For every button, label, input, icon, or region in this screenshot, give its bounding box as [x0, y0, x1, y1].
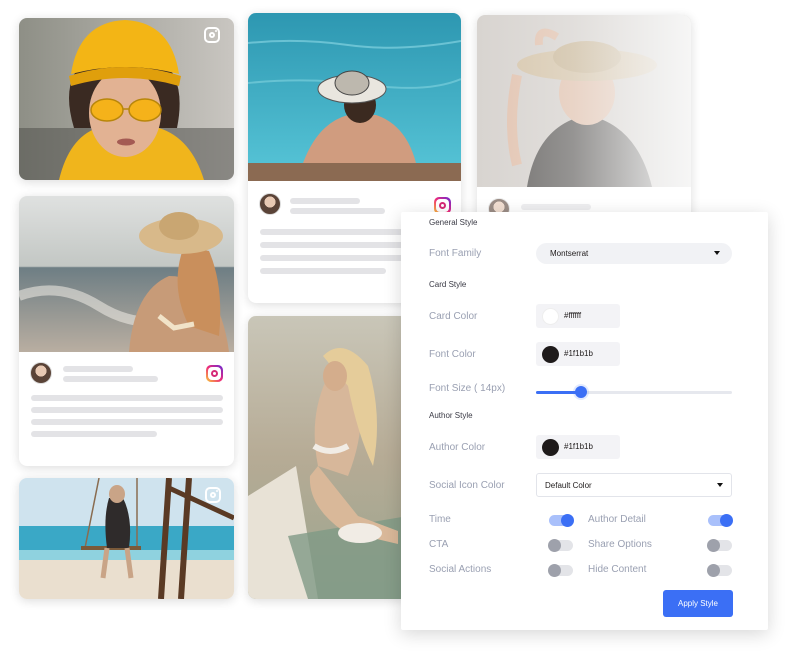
font-size-slider-handle[interactable]: [575, 386, 588, 398]
instagram-icon[interactable]: [206, 365, 223, 382]
instagram-icon[interactable]: [204, 27, 220, 43]
card-photo: [248, 316, 408, 599]
font-size-label: Font Size ( 14px): [429, 383, 506, 394]
social-card-6[interactable]: [248, 316, 408, 599]
toggle-time[interactable]: [549, 514, 574, 527]
toggle-social-actions[interactable]: [548, 564, 573, 577]
section-title-general: General Style: [429, 218, 478, 227]
card-color-swatch: [542, 307, 559, 325]
toggle-label-cta: CTA: [429, 539, 449, 550]
card-photo: [19, 478, 234, 599]
chevron-down-icon: [714, 251, 720, 255]
chevron-down-icon: [717, 483, 723, 487]
toggle-label-social-actions: Social Actions: [429, 564, 492, 575]
card-photo: [248, 13, 461, 181]
toggle-author-detail[interactable]: [708, 514, 733, 527]
author-avatar: [259, 193, 281, 215]
toggle-label-share-options: Share Options: [588, 539, 652, 550]
social-icon-color-value: Default Color: [545, 481, 592, 490]
section-title-card: Card Style: [429, 280, 467, 289]
social-card-5[interactable]: [19, 478, 234, 599]
social-card-4[interactable]: [19, 196, 234, 466]
card-color-picker[interactable]: #ffffff: [536, 304, 620, 328]
section-title-author: Author Style: [429, 411, 473, 420]
font-family-value: Montserrat: [550, 249, 589, 258]
font-color-swatch: [542, 345, 559, 363]
author-color-picker[interactable]: #1f1b1b: [536, 435, 620, 459]
author-color-value: #1f1b1b: [564, 442, 593, 451]
toggle-cta[interactable]: [548, 539, 573, 552]
card-color-value: #ffffff: [564, 311, 582, 320]
social-card-1[interactable]: [19, 18, 234, 180]
font-color-value: #1f1b1b: [564, 349, 593, 358]
style-settings-panel: General Style Font Family Montserrat Car…: [401, 212, 768, 630]
author-color-swatch: [542, 438, 559, 456]
apply-style-button[interactable]: Apply Style: [663, 590, 733, 617]
card-photo: [19, 18, 234, 180]
toggle-share-options[interactable]: [707, 539, 732, 552]
toggle-label-hide-content: Hide Content: [588, 564, 647, 575]
social-card-3[interactable]: [477, 15, 691, 230]
social-icon-color-select[interactable]: Default Color: [536, 473, 732, 497]
font-color-label: Font Color: [429, 349, 476, 360]
toggle-label-author-detail: Author Detail: [588, 514, 646, 525]
instagram-icon[interactable]: [205, 487, 221, 503]
font-color-picker[interactable]: #1f1b1b: [536, 342, 620, 366]
font-family-label: Font Family: [429, 248, 482, 259]
toggle-label-time: Time: [429, 514, 451, 525]
author-avatar: [30, 362, 52, 384]
card-color-label: Card Color: [429, 311, 478, 322]
font-size-slider[interactable]: [536, 386, 732, 398]
social-icon-color-label: Social Icon Color: [429, 480, 505, 491]
toggle-hide-content[interactable]: [707, 564, 732, 577]
card-photo: [477, 15, 691, 187]
author-color-label: Author Color: [429, 442, 486, 453]
card-photo: [19, 196, 234, 352]
font-family-select[interactable]: Montserrat: [536, 243, 732, 264]
